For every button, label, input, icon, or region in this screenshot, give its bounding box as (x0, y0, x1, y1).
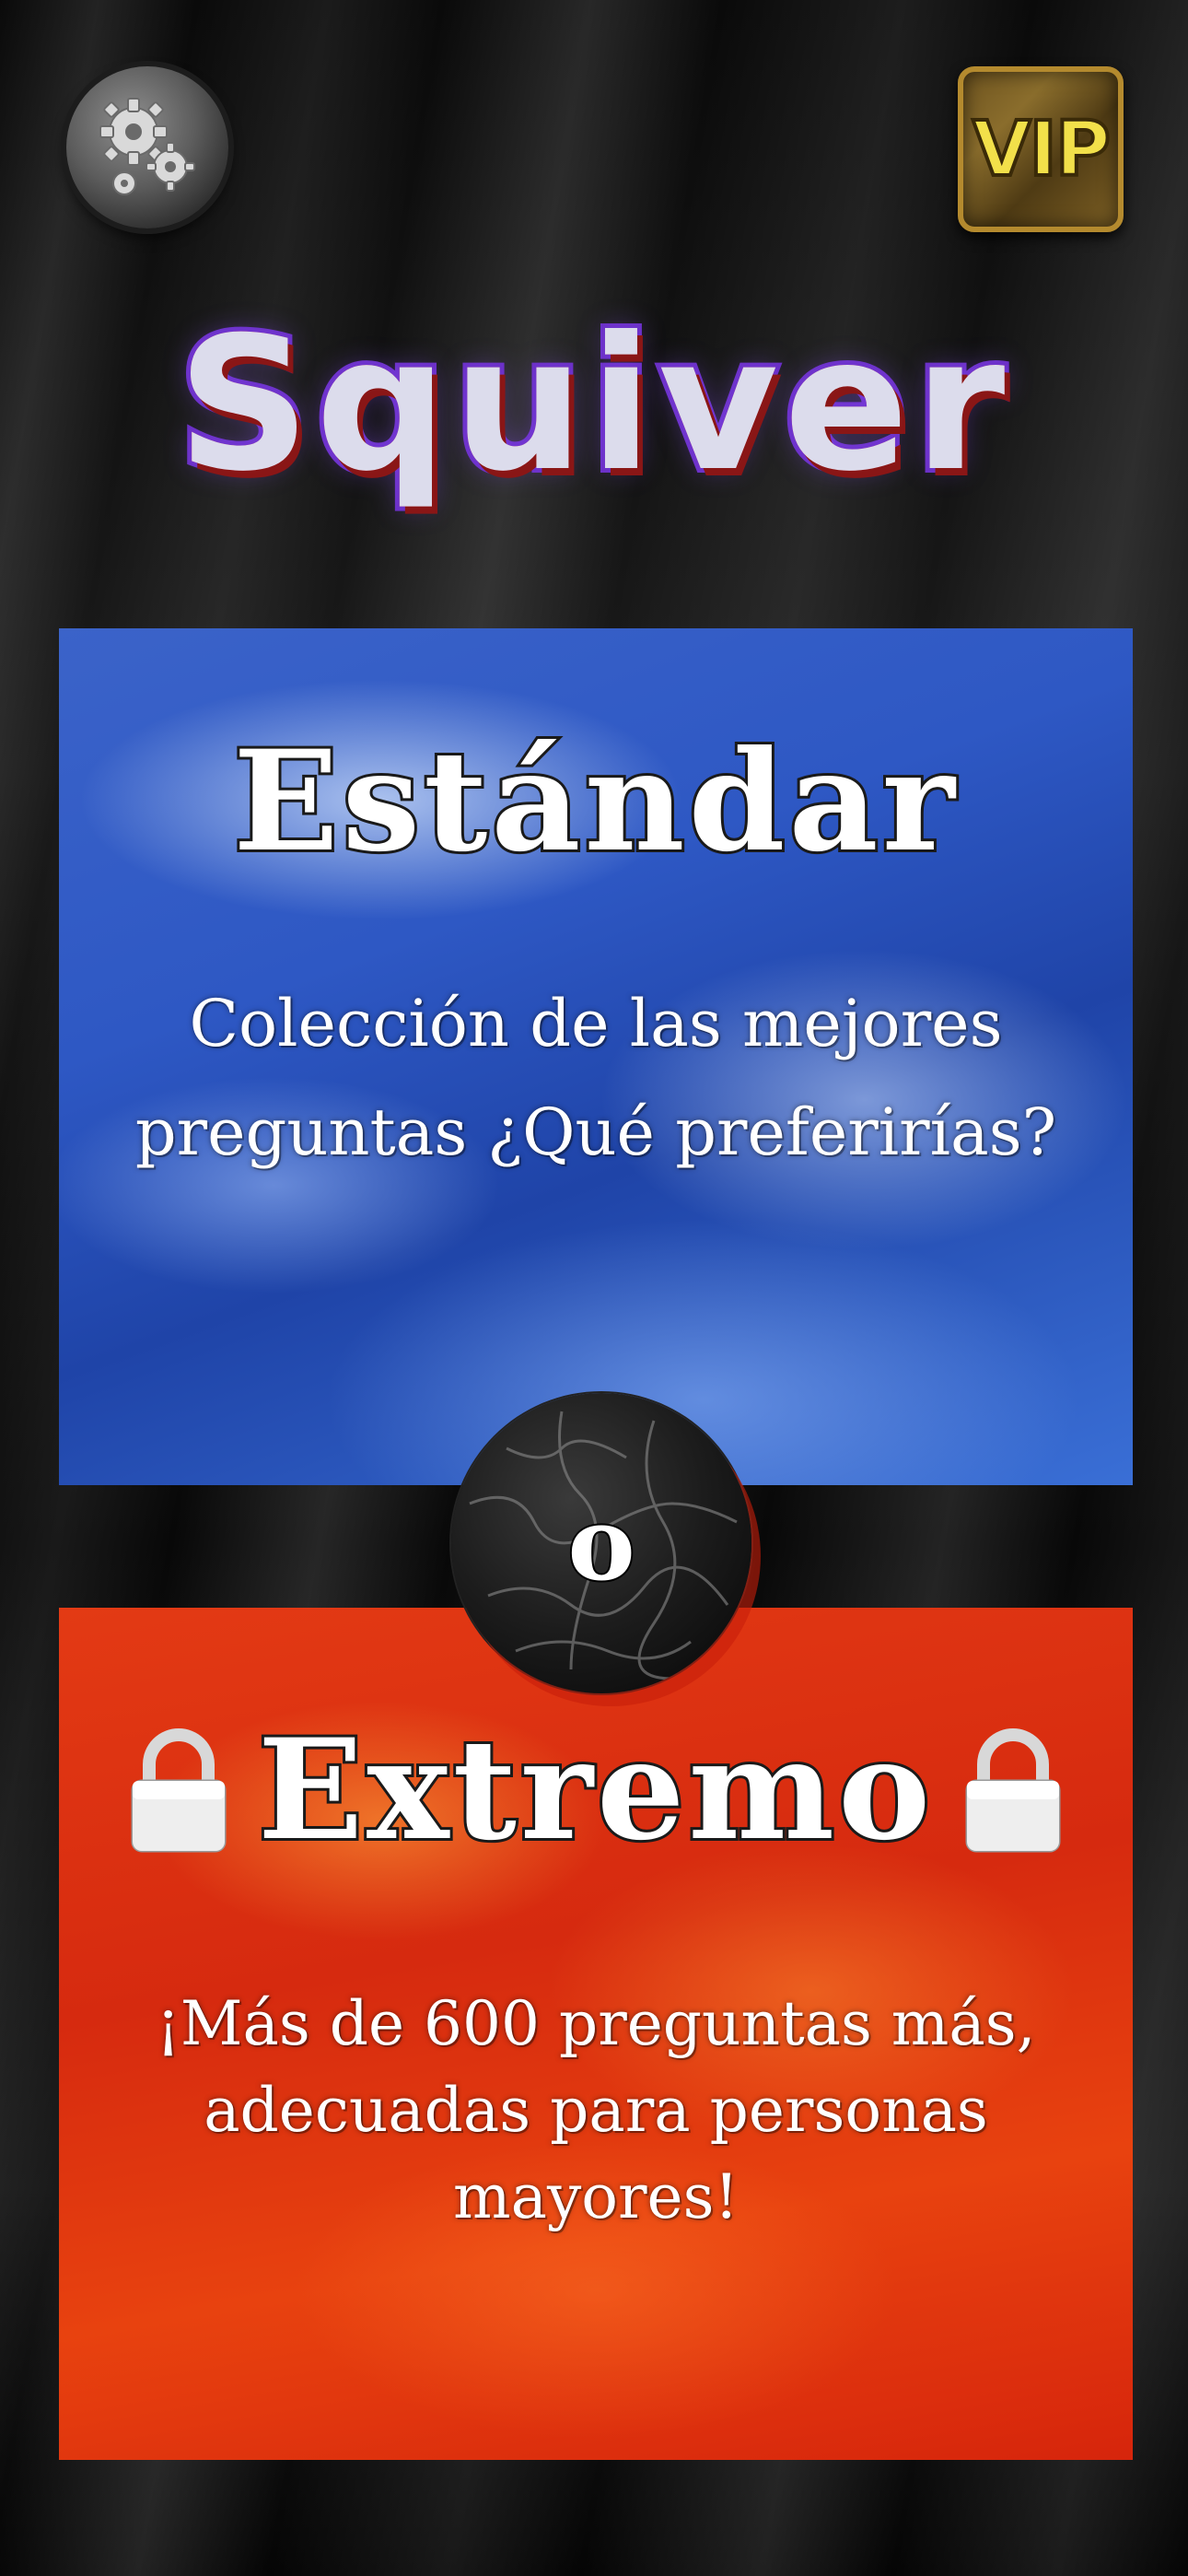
or-divider: o (451, 1393, 751, 1693)
padlock-icon (131, 1728, 227, 1853)
gears-icon (99, 98, 195, 195)
mode-description-standard: Colección de las mejores preguntas ¿Qué … (59, 969, 1133, 1187)
vip-button[interactable]: VIP (958, 66, 1124, 232)
app-title: Squiver (173, 293, 1011, 517)
mode-description-extreme: ¡Más de 600 preguntas más, adecuadas par… (59, 1981, 1133, 2241)
mode-card-standard[interactable]: Estándar Colección de las mejores pregun… (59, 628, 1133, 1485)
or-label: o (565, 1482, 636, 1605)
padlock-icon (965, 1728, 1061, 1853)
mode-description-standard-line2: preguntas ¿Qué preferirías? (134, 1095, 1057, 1170)
mode-description-extreme-line2: adecuadas para personas mayores! (204, 2075, 988, 2232)
mode-title-standard: Estándar (230, 718, 959, 885)
mode-card-extreme[interactable]: Extremo ¡Más de 600 preguntas más, adecu… (59, 1608, 1133, 2460)
mode-title-extreme-row: Extremo (59, 1706, 1133, 1874)
settings-button[interactable] (66, 66, 228, 228)
mode-description-standard-line1: Colección de las mejores (189, 986, 1003, 1061)
mode-title-extreme: Extremo (255, 1706, 935, 1874)
mode-description-extreme-line1: ¡Más de 600 preguntas más, (156, 1988, 1036, 2059)
vip-label: VIP (971, 104, 1112, 195)
